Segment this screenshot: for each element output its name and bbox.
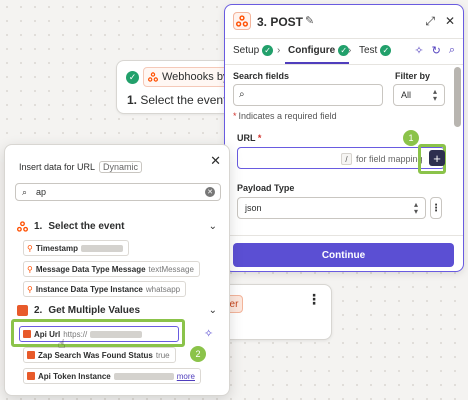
panel-scrollbar[interactable] (454, 67, 461, 127)
clear-search-icon[interactable]: ✕ (205, 187, 215, 197)
url-label: URL * (237, 133, 262, 143)
check-icon: ✓ (380, 45, 392, 56)
search-icon[interactable]: ⌕ (449, 44, 455, 57)
insert-data-button[interactable]: + (429, 150, 445, 166)
search-fields-label: Search fields (233, 71, 290, 81)
webhook-icon: ⚲ (27, 284, 33, 294)
expand-icon[interactable]: ⤢ (425, 14, 435, 29)
success-check-icon: ✓ (126, 71, 139, 84)
rename-pencil-icon[interactable]: ✎ (305, 14, 314, 27)
storage-icon (27, 372, 35, 380)
step-number: 1. (127, 93, 138, 107)
popup-search-input[interactable]: ⌕ ap ✕ (15, 183, 221, 201)
trigger-step-card[interactable]: ✓ Webhooks by Zap 1. Select the event (116, 60, 234, 114)
webhook-icon: ⚲ (27, 243, 33, 253)
filter-by-select[interactable]: All ▴ ▾ (393, 84, 445, 106)
chevron-down-icon[interactable]: ⌄ (209, 305, 217, 316)
check-icon: ✓ (262, 45, 274, 56)
url-placeholder: for field mapping (356, 154, 423, 164)
annotation-number-2: 2 (190, 346, 206, 362)
data-pill-zap-search-status[interactable]: Zap Search Was Found Status true (23, 347, 176, 363)
slash-shortcut: / (341, 153, 352, 165)
section-get-multiple-values[interactable]: 2. Get Multiple Values (17, 305, 140, 316)
step-title: 1. Select the event (127, 93, 226, 107)
data-pill-instance-type[interactable]: ⚲ Instance Data Type Instance whatsapp (23, 281, 187, 297)
chevron-right-icon: › (277, 45, 281, 56)
tab-test[interactable]: Test ✓ (359, 45, 392, 56)
more-options-icon[interactable]: ⋮ (307, 292, 321, 306)
data-pill-message-type[interactable]: ⚲ Message Data Type Message textMessage (23, 261, 200, 277)
search-icon: ⌕ (22, 187, 28, 197)
ai-sparkle-icon[interactable]: ✧ (414, 44, 423, 57)
payload-type-label: Payload Type (237, 183, 295, 193)
hand-cursor-icon: ☝ (58, 337, 66, 351)
more-link[interactable]: more (177, 372, 195, 381)
webhook-app-icon (233, 12, 251, 30)
webhook-icon: ⚲ (27, 264, 33, 274)
divider (225, 235, 463, 236)
dynamic-badge: Dynamic (99, 161, 143, 173)
chevron-right-icon: › (348, 45, 352, 56)
payload-type-select[interactable]: json ▴ ▾ (237, 197, 426, 219)
storage-icon (27, 351, 35, 359)
webhook-icon (17, 221, 28, 232)
chevron-updown-icon: ▴ ▾ (413, 200, 418, 216)
required-note: * Indicates a required field (233, 111, 337, 121)
storage-icon (17, 305, 28, 316)
continue-button[interactable]: Continue (233, 243, 454, 267)
chevron-updown-icon: ▴ ▾ (432, 87, 437, 103)
panel-title: 3. POST (257, 15, 304, 29)
annotation-box-2 (11, 319, 185, 347)
search-fields-input[interactable]: ⌕ (233, 84, 383, 106)
redacted-value (80, 244, 123, 252)
annotation-number-1: 1 (403, 130, 419, 146)
app-chip: Webhooks by Zap (143, 67, 233, 87)
data-pill-timestamp[interactable]: ⚲ Timestamp (23, 240, 129, 256)
close-icon[interactable]: ✕ (445, 14, 455, 29)
popup-title: Insert data for URL Dynamic (19, 161, 143, 173)
filter-by-label: Filter by (395, 71, 431, 81)
ai-sparkle-icon[interactable]: ✧ (204, 327, 213, 340)
active-tab-indicator (285, 62, 349, 64)
redacted-value (113, 372, 174, 380)
section-select-event[interactable]: 1. Select the event (17, 221, 125, 232)
tab-setup[interactable]: Setup ✓ (233, 45, 274, 56)
next-step-card[interactable]: er ⋮ (218, 284, 332, 340)
tab-configure[interactable]: Configure ✓ (288, 45, 350, 56)
close-icon[interactable]: ✕ (210, 153, 221, 169)
data-pill-api-token[interactable]: Api Token Instance more (23, 368, 201, 384)
chevron-down-icon[interactable]: ⌄ (209, 221, 217, 232)
step-title-text: Select the event (140, 93, 227, 107)
panel-tabs: Setup ✓ › Configure ✓ › Test ✓ ✧ ↻ ⌕ (225, 39, 463, 65)
payload-more-options-icon[interactable]: ⋮ (430, 197, 442, 219)
panel-header: 3. POST ✎ ⤢ ✕ (225, 5, 463, 39)
search-icon: ⌕ (239, 89, 245, 100)
refresh-icon[interactable]: ↻ (432, 44, 441, 57)
step-config-panel: 3. POST ✎ ⤢ ✕ Setup ✓ › Configure ✓ › Te… (224, 4, 464, 272)
webhook-icon (148, 72, 158, 82)
